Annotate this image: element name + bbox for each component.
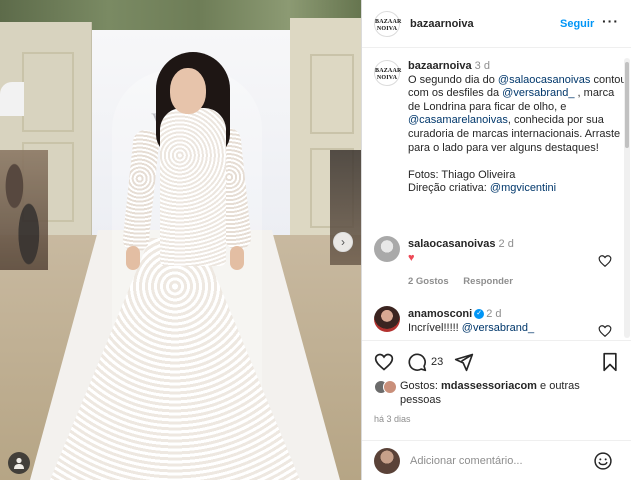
likes-prefix: Gostos: <box>400 380 441 392</box>
mention-link[interactable]: @mgvicentini <box>490 182 556 194</box>
mention-link[interactable]: @casamarelanoivas <box>408 114 508 126</box>
audience-left <box>0 150 48 270</box>
post-sidebar: BAZAAR NOIVA bazaarnoiva Seguir ··· BAZA… <box>361 0 631 480</box>
bride-hand-left <box>126 246 140 270</box>
comment-text: salaocasanoivas 2 d ♥ <box>408 238 598 265</box>
author-username[interactable]: bazaarnoiva <box>410 18 474 30</box>
bookmark-icon[interactable] <box>600 352 620 372</box>
caption-direction-prefix: Direção criativa: <box>408 182 490 195</box>
more-options-icon[interactable]: ··· <box>602 13 619 29</box>
comment-like-heart-icon[interactable] <box>598 254 612 268</box>
commenter-avatar[interactable] <box>374 306 400 332</box>
post-actions: 23 Gostos: mdassessoriacom e outras pess… <box>362 340 631 440</box>
caption-username[interactable]: bazaarnoiva <box>408 60 472 72</box>
verified-icon: ✓ <box>474 309 485 320</box>
emoji-icon[interactable] <box>593 451 613 471</box>
background-umbrella <box>0 82 24 116</box>
comment-body: Incrível!!!!! <box>408 321 462 334</box>
carousel-next-button[interactable]: › <box>333 232 353 252</box>
comment-input[interactable] <box>410 452 580 470</box>
mention-link[interactable]: @salaocasanoivas <box>498 74 591 86</box>
comment-like-heart-icon[interactable] <box>598 324 612 338</box>
follow-button[interactable]: Seguir <box>560 18 594 30</box>
heart-emoji: ♥ <box>408 251 415 264</box>
mention-link[interactable]: @versabrand_ <box>502 87 574 99</box>
post-time[interactable]: há 3 dias <box>374 414 411 424</box>
post-header: BAZAAR NOIVA bazaarnoiva Seguir ··· <box>362 0 631 48</box>
caption-text: bazaarnoiva 3 d O segundo dia do @salaoc… <box>408 60 624 196</box>
add-comment-bar <box>362 440 631 480</box>
commenter-username[interactable]: anamosconi <box>408 308 472 320</box>
commenter-username[interactable]: salaocasanoivas <box>408 238 495 250</box>
post-photo[interactable]: V A › <box>0 0 361 480</box>
comment-time: 2 d <box>498 238 514 250</box>
tag-user-icon <box>14 457 24 469</box>
scrollbar-thumb[interactable] <box>625 62 629 148</box>
caption-text-part: O segundo dia do <box>408 73 498 86</box>
wedding-dress-bodice <box>160 108 226 266</box>
comments-section[interactable]: BAZAAR NOIVA bazaarnoiva 3 d O segundo d… <box>362 48 624 340</box>
author-avatar[interactable]: BAZAAR NOIVA <box>374 11 401 37</box>
mention-link[interactable]: @versabrand_ <box>462 322 534 334</box>
caption-time: 3 d <box>474 60 490 72</box>
liker-username[interactable]: mdassessoriacom <box>441 380 537 392</box>
liker-avatar[interactable] <box>383 380 397 394</box>
comment-likes-count[interactable]: 2 Gostos <box>408 276 449 287</box>
heart-icon[interactable] <box>374 352 394 372</box>
comment-time: 2 d <box>486 308 502 320</box>
share-icon[interactable] <box>454 352 474 372</box>
current-user-avatar <box>374 448 400 474</box>
caption-photos-credit: Fotos: Thiago Oliveira <box>408 168 516 181</box>
wall-panel <box>310 54 354 134</box>
comment-count: 23 <box>431 356 444 368</box>
bride-face <box>170 68 206 114</box>
tag-user-button[interactable] <box>8 452 30 474</box>
comment-icon[interactable] <box>407 352 427 372</box>
likes-text: Gostos: mdassessoriacom e outras pessoas <box>400 379 610 407</box>
commenter-avatar[interactable] <box>374 236 400 262</box>
comment-text: anamosconi ✓ 2 d Incrível!!!!! @versabrand… <box>408 308 598 335</box>
reply-button[interactable]: Responder <box>463 276 513 287</box>
caption-avatar[interactable]: BAZAAR NOIVA <box>374 60 401 86</box>
bride-hand-right <box>230 246 244 270</box>
wall-panel <box>22 52 74 132</box>
comment-meta: 2 Gostos Responder <box>408 276 513 287</box>
